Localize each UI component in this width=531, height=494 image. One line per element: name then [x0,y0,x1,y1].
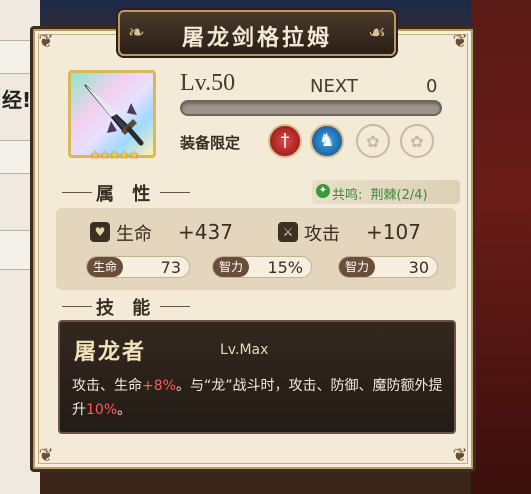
next-value: 0 [426,76,438,97]
skill-desc-highlight: 10% [86,402,118,418]
sword-icon [84,84,144,146]
stat-pill-label: 生命 [87,257,124,277]
skill-desc-highlight: +8% [142,378,176,394]
skill-name: 屠龙者 [74,340,147,365]
attack-label: 攻击 [304,224,340,245]
stat-pill-value: 30 [408,258,429,277]
next-label: NEXT [310,76,358,97]
rarity-stars: ★★★★★ [89,148,140,162]
skill-description: 攻击、生命+8%。与“龙”战斗时，攻击、防御、魔防额外提升10%。 [72,374,446,422]
empty-slot-icon: ✿ [366,132,380,151]
resonance-value: 荆棘(2/4) [370,188,428,203]
empty-slot-icon: ✿ [410,132,424,151]
skill-desc-text: 攻击、生命 [72,378,142,394]
cavalry-class-slot[interactable]: ♞ [310,124,344,158]
background-right-scene [471,0,531,494]
life-label: 生命 [116,224,152,245]
skill-card[interactable]: 屠龙者 Lv.Max 攻击、生命+8%。与“龙”战斗时，攻击、防御、魔防额外提升… [58,320,456,434]
corner-ornament-icon: ❦ [38,445,54,466]
stats-box: ♥ 生命 +437 ⚔ 攻击 +107 生命 73 智力 15% 智力 30 [56,208,456,290]
weapon-icon[interactable] [68,70,156,158]
stat-pill: 生命 73 [86,256,190,278]
experience-bar [180,100,442,116]
resonance-badge[interactable]: ✦ 共鸣: 荆棘(2/4) [312,180,460,204]
corner-ornament-icon: ❦ [452,445,468,466]
horse-icon: ♞ [318,130,336,151]
item-title: 屠龙剑格拉姆 [181,26,332,51]
sword-icon: † [280,130,290,151]
background-text: 经! [2,88,32,112]
stat-pill-label: 智力 [213,257,250,277]
stat-pill-label: 智力 [339,257,376,277]
stat-pill-value: 15% [267,258,303,277]
stat-pill-value: 73 [160,258,181,277]
attack-sword-icon: ⚔ [278,222,298,242]
skill-desc-text: 。 [117,402,132,418]
life-value: +437 [178,220,233,244]
corner-ornament-icon: ❦ [452,31,468,52]
level-text: Lv.50 [180,70,236,96]
stat-pill: 智力 15% [212,256,312,278]
divider [62,192,92,193]
resonance-icon: ✦ [316,184,330,198]
divider [62,306,92,307]
heart-icon: ♥ [90,222,110,242]
equip-restriction-label: 装备限定 [180,134,241,152]
title-plaque: ❧ ☙ 屠龙剑格拉姆 [118,10,396,56]
resonance-label: 共鸣: [332,188,363,203]
divider [160,306,190,307]
empty-class-slot[interactable]: ✿ [400,124,434,158]
skills-header: 技 能 [96,298,157,319]
stat-pill: 智力 30 [338,256,438,278]
attack-value: +107 [366,220,421,244]
attributes-header: 属 性 [96,184,157,205]
divider [160,192,190,193]
empty-class-slot[interactable]: ✿ [356,124,390,158]
sword-class-slot[interactable]: † [268,124,302,158]
corner-ornament-icon: ❦ [38,31,54,52]
skill-level: Lv.Max [220,342,269,358]
